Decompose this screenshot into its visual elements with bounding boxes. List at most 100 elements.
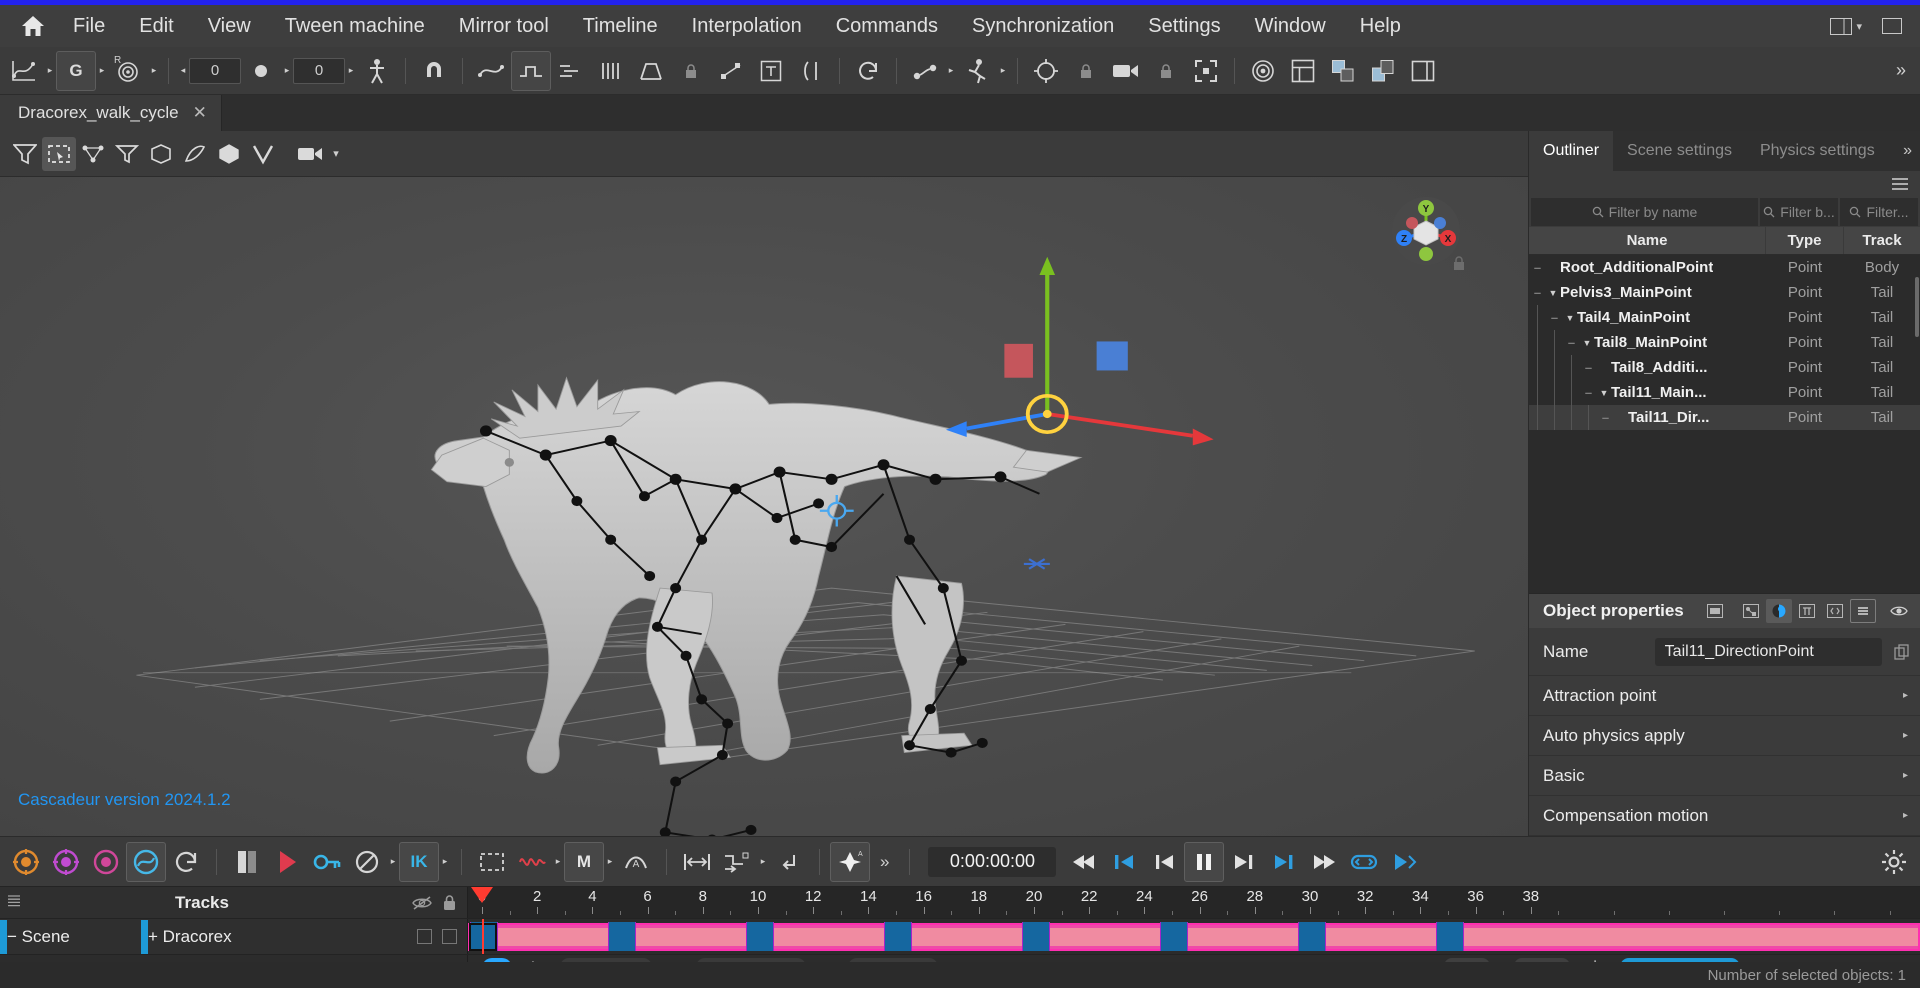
transform-properties-icon[interactable]	[1738, 599, 1764, 623]
pause-button[interactable]	[1184, 842, 1224, 882]
section-compensation-motion[interactable]: Compensation motion ▸	[1529, 796, 1920, 836]
panel-view-icon[interactable]	[1702, 599, 1728, 623]
outliner-row[interactable]: –▼Tail4_MainPointPointTail	[1529, 305, 1920, 330]
layout-preset-button[interactable]: ▾	[1824, 15, 1868, 38]
home-icon[interactable]	[10, 9, 56, 43]
camera-icon[interactable]	[1106, 51, 1146, 91]
offset-dropdown-icon[interactable]: ▸	[757, 842, 769, 882]
play-range-blue-icon[interactable]	[1384, 842, 1424, 882]
waveform-dropdown-icon[interactable]: ▸	[552, 842, 564, 882]
previous-key-icon[interactable]	[1144, 842, 1184, 882]
text-tool-icon[interactable]	[751, 51, 791, 91]
spin1-inc-icon[interactable]: ▸	[281, 51, 293, 91]
menu-item-mirror-tool[interactable]: Mirror tool	[442, 9, 566, 43]
auto-smooth-icon[interactable]: A	[616, 842, 656, 882]
close-icon[interactable]: ✕	[193, 103, 207, 123]
next-key-icon[interactable]	[1224, 842, 1264, 882]
section-auto-physics-apply[interactable]: Auto physics apply ▸	[1529, 716, 1920, 756]
select-region-icon[interactable]	[472, 842, 512, 882]
keyframe-block[interactable]	[1298, 922, 1326, 951]
snap-angle-field[interactable]: 0	[189, 58, 241, 84]
curve-key-icon[interactable]	[711, 51, 751, 91]
mirror-dropdown-icon[interactable]: ▸	[604, 842, 616, 882]
outliner-row[interactable]: –Tail11_Dir...PointTail	[1529, 405, 1920, 430]
waveform-icon[interactable]	[512, 842, 552, 882]
tracks-lock-icon[interactable]	[440, 894, 467, 911]
layout-single-icon[interactable]	[1403, 51, 1443, 91]
playhead-line[interactable]	[482, 919, 484, 954]
viewport-camera-dropdown-icon[interactable]: ▾	[328, 137, 344, 171]
curve-lock-icon[interactable]	[671, 51, 711, 91]
track-checkbox-2[interactable]	[442, 929, 457, 944]
tab-scene-settings[interactable]: Scene settings	[1613, 131, 1746, 171]
expand-collapse-icon[interactable]: ▼	[1563, 313, 1577, 323]
rotate-loop-icon[interactable]	[848, 51, 888, 91]
outliner-menu-button[interactable]	[1529, 171, 1920, 197]
curve-wave-icon[interactable]	[551, 51, 591, 91]
select-shape-icon[interactable]	[144, 137, 178, 171]
disable-dropdown-icon[interactable]: ▸	[387, 842, 399, 882]
tab-outliner[interactable]: Outliner	[1529, 131, 1613, 171]
outliner-row[interactable]: –▼Tail8_MainPointPointTail	[1529, 330, 1920, 355]
track-checkbox-1[interactable]	[417, 929, 432, 944]
filter-by-track-input[interactable]: Filter...	[1840, 198, 1918, 226]
outliner-row[interactable]: –Tail8_Additi...PointTail	[1529, 355, 1920, 380]
layout-grid-icon[interactable]	[1283, 51, 1323, 91]
select-sliver-icon[interactable]	[178, 137, 212, 171]
tracks-menu-icon[interactable]	[8, 895, 20, 909]
graph-editor-dropdown-icon[interactable]: ▸	[44, 51, 56, 91]
copy-icon[interactable]	[1892, 644, 1912, 660]
autoposing-icon[interactable]	[6, 842, 46, 882]
menu-item-file[interactable]: File	[56, 9, 122, 43]
ghost-physics-icon[interactable]	[86, 842, 126, 882]
spiral-tool-icon[interactable]	[1243, 51, 1283, 91]
outliner-row[interactable]: –Root_AdditionalPointPointBody	[1529, 255, 1920, 280]
window-menu-icon[interactable]	[1876, 15, 1908, 37]
expand-collapse-icon[interactable]: ▼	[1580, 338, 1594, 348]
expand-collapse-icon[interactable]: ▼	[1546, 288, 1560, 298]
keyframe-block[interactable]	[746, 922, 774, 951]
dock-overflow-button[interactable]: »	[1895, 131, 1920, 171]
column-header-track[interactable]: Track	[1844, 227, 1920, 254]
curve-trapezoid-icon[interactable]	[631, 51, 671, 91]
menu-item-help[interactable]: Help	[1343, 9, 1418, 43]
column-header-type[interactable]: Type	[1766, 227, 1844, 254]
menu-item-window[interactable]: Window	[1238, 9, 1343, 43]
animbar-overflow-button[interactable]: »	[870, 852, 899, 872]
list-properties-icon[interactable]	[1850, 599, 1876, 623]
menu-item-commands[interactable]: Commands	[819, 9, 955, 43]
color-properties-icon[interactable]	[1766, 599, 1792, 623]
playback-settings-gear-icon[interactable]	[1874, 842, 1914, 882]
ik-fk-button[interactable]: IK	[399, 842, 439, 882]
spin2-inc-icon[interactable]: ▸	[345, 51, 357, 91]
offset-icon[interactable]	[717, 842, 757, 882]
keyframe-strip[interactable]	[468, 919, 1920, 954]
keyframe-block[interactable]	[608, 922, 636, 951]
playhead-handle[interactable]	[471, 887, 493, 903]
rotation-tool-dropdown-icon[interactable]: ▸	[148, 51, 160, 91]
rewind-icon[interactable]	[1064, 842, 1104, 882]
object-name-input[interactable]	[1655, 638, 1882, 666]
menu-item-tween-machine[interactable]: Tween machine	[268, 9, 442, 43]
go-to-end-icon[interactable]	[1264, 842, 1304, 882]
character-rig-icon[interactable]	[357, 51, 397, 91]
layout-split-a-icon[interactable]	[1323, 51, 1363, 91]
curve-smooth-icon[interactable]	[471, 51, 511, 91]
camera-lock-icon[interactable]	[1146, 51, 1186, 91]
menu-item-settings[interactable]: Settings	[1131, 9, 1237, 43]
pin-tool-icon[interactable]: A	[830, 842, 870, 882]
menu-item-edit[interactable]: Edit	[122, 9, 190, 43]
menu-item-timeline[interactable]: Timeline	[566, 9, 675, 43]
graph-editor-icon[interactable]	[4, 51, 44, 91]
gizmo-lock-icon[interactable]	[1452, 255, 1466, 271]
global-mode-dropdown-icon[interactable]: ▸	[96, 51, 108, 91]
menu-item-interpolation[interactable]: Interpolation	[675, 9, 819, 43]
fast-forward-icon[interactable]	[1304, 842, 1344, 882]
toolbar-overflow-button[interactable]: »	[1886, 60, 1916, 81]
menu-item-synchronization[interactable]: Synchronization	[955, 9, 1131, 43]
keyframe-block[interactable]	[884, 922, 912, 951]
curve-bars-icon[interactable]	[591, 51, 631, 91]
select-cube-icon[interactable]	[212, 137, 246, 171]
column-header-name[interactable]: Name	[1529, 227, 1766, 254]
physics-dropdown-icon[interactable]: ▸	[945, 51, 957, 91]
